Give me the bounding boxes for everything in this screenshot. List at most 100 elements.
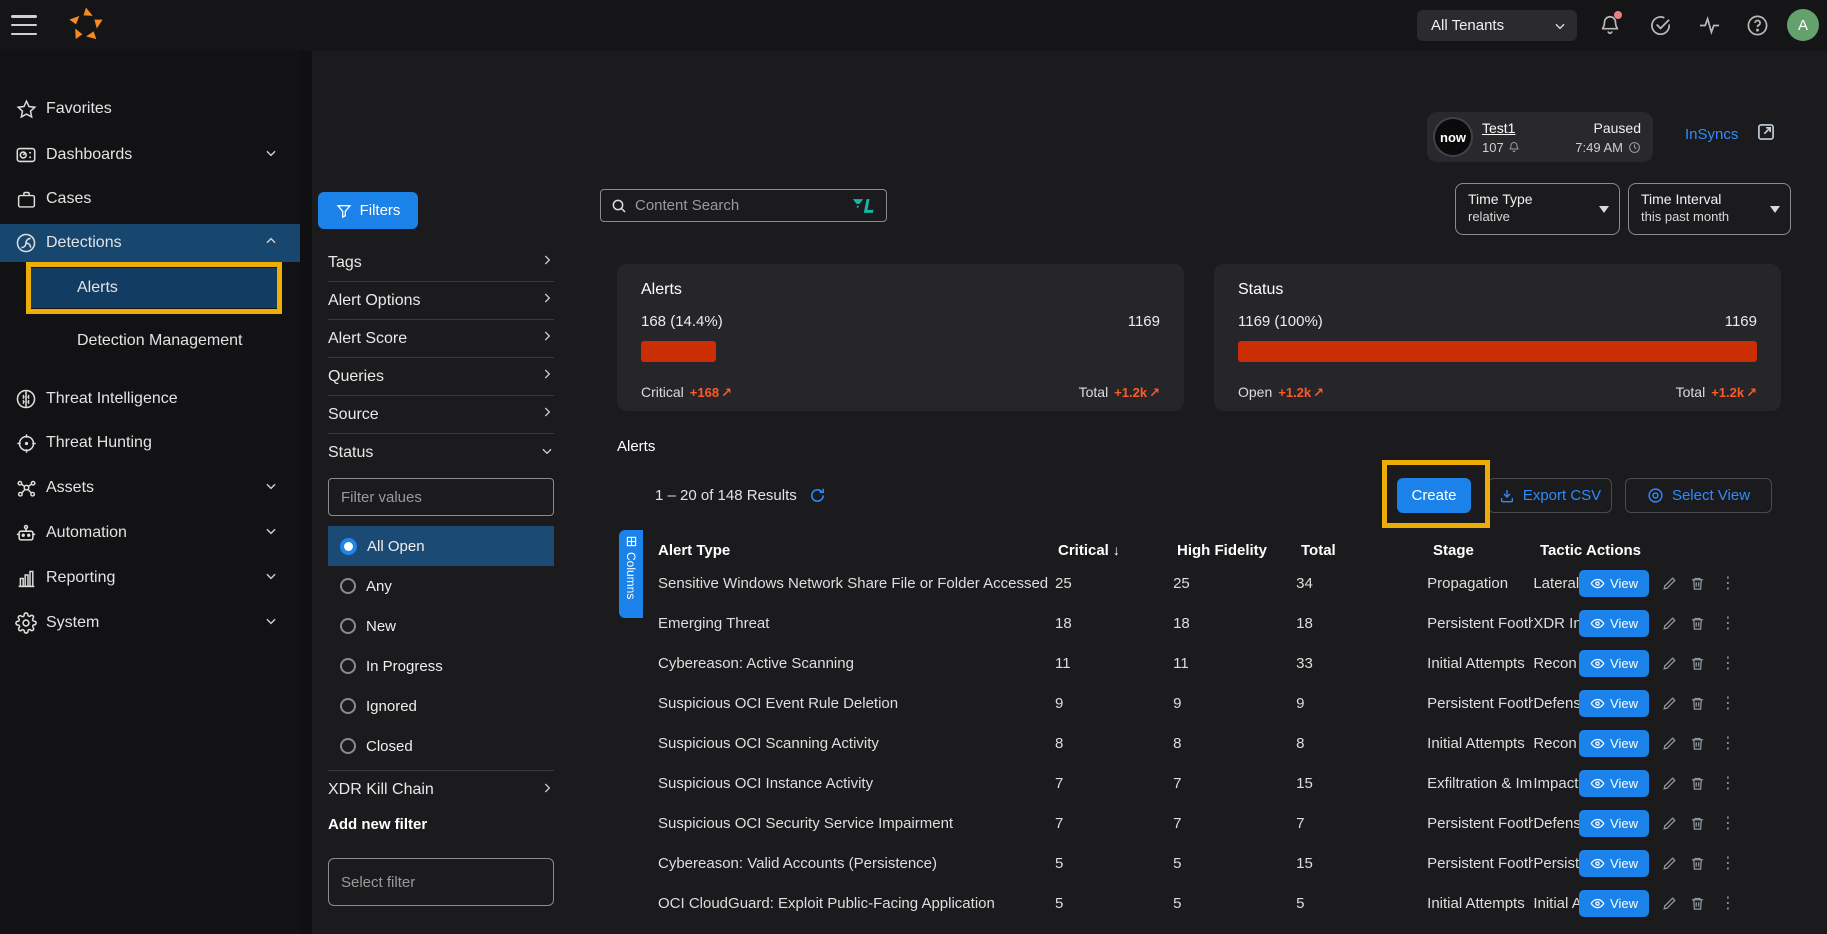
filter-group-source[interactable]: Source [328, 396, 554, 434]
view-button[interactable]: View [1579, 730, 1649, 757]
status-option-new[interactable]: New [328, 606, 554, 646]
edit-pencil-icon[interactable] [1662, 616, 1677, 631]
kebab-menu-icon[interactable]: ⋮ [1718, 653, 1738, 673]
sidebar-item-detections[interactable]: Detections [0, 224, 300, 262]
activity-pulse-icon[interactable] [1695, 11, 1723, 39]
column-header-alert-type[interactable]: Alert Type [658, 542, 1058, 559]
view-button[interactable]: View [1579, 890, 1649, 917]
cell-tactic: Defense Evasion [1533, 695, 1579, 712]
hamburger-menu-icon[interactable] [11, 15, 37, 35]
edit-pencil-icon[interactable] [1662, 896, 1677, 911]
filter-group-queries[interactable]: Queries [328, 358, 554, 396]
edit-pencil-icon[interactable] [1662, 816, 1677, 831]
status-option-ignored[interactable]: Ignored [328, 686, 554, 726]
table-row[interactable]: OCI CloudGuard: Exploit Public-Facing Ap… [658, 883, 1738, 923]
sidebar-subitem-detection-management[interactable]: Detection Management [31, 322, 277, 360]
delete-trash-icon[interactable] [1690, 896, 1705, 911]
filter-group-status[interactable]: Status [328, 434, 554, 472]
view-button[interactable]: View [1579, 770, 1649, 797]
delete-trash-icon[interactable] [1690, 576, 1705, 591]
view-button[interactable]: View [1579, 850, 1649, 877]
time-interval-dropdown[interactable]: Time Interval this past month [1628, 183, 1791, 235]
external-link-icon[interactable] [1756, 122, 1776, 147]
status-option-any[interactable]: Any [328, 566, 554, 606]
edit-pencil-icon[interactable] [1662, 856, 1677, 871]
notifications-bell-icon[interactable] [1596, 11, 1624, 39]
filter-values-input[interactable] [328, 478, 554, 516]
table-row[interactable]: Suspicious OCI Instance Activity 7 7 15 … [658, 763, 1738, 803]
kebab-menu-icon[interactable]: ⋮ [1718, 733, 1738, 753]
edit-pencil-icon[interactable] [1662, 776, 1677, 791]
sidebar-subitem-alerts[interactable]: Alerts [31, 268, 277, 308]
delete-trash-icon[interactable] [1690, 816, 1705, 831]
filter-group-alert-options[interactable]: Alert Options [328, 282, 554, 320]
edit-pencil-icon[interactable] [1662, 576, 1677, 591]
filter-group-xdr-kill-chain[interactable]: XDR Kill Chain [328, 771, 554, 809]
sidebar-item-dashboards[interactable]: Dashboards [0, 136, 300, 174]
columns-tab[interactable]: Columns [619, 530, 643, 618]
sidebar-item-threat-hunting[interactable]: Threat Hunting [0, 424, 300, 462]
table-row[interactable]: Suspicious OCI Event Rule Deletion 9 9 9… [658, 683, 1738, 723]
delete-trash-icon[interactable] [1690, 616, 1705, 631]
table-row[interactable]: Suspicious OCI Scanning Activity 8 8 8 I… [658, 723, 1738, 763]
view-button[interactable]: View [1579, 650, 1649, 677]
export-csv-button[interactable]: Export CSV [1488, 478, 1612, 513]
table-row[interactable]: Emerging Threat 18 18 18 Persistent Foot… [658, 603, 1738, 643]
tasks-check-icon[interactable] [1646, 11, 1674, 39]
user-avatar[interactable]: A [1787, 9, 1819, 41]
query-syntax-icon[interactable] [852, 197, 876, 215]
insyncs-link[interactable]: InSyncs [1685, 126, 1738, 143]
sidebar-item-reporting[interactable]: Reporting [0, 559, 300, 597]
column-header-total[interactable]: Total [1301, 542, 1433, 559]
sidebar-item-cases[interactable]: Cases [0, 180, 300, 218]
delete-trash-icon[interactable] [1690, 736, 1705, 751]
kebab-menu-icon[interactable]: ⋮ [1718, 613, 1738, 633]
snapshot-name-link[interactable]: Test1 [1482, 120, 1515, 136]
edit-pencil-icon[interactable] [1662, 696, 1677, 711]
status-option-in-progress[interactable]: In Progress [328, 646, 554, 686]
create-button[interactable]: Create [1397, 478, 1471, 513]
view-button[interactable]: View [1579, 810, 1649, 837]
help-icon[interactable] [1743, 11, 1771, 39]
tenant-selector[interactable]: All Tenants [1417, 10, 1577, 41]
chevron-right-icon [540, 367, 554, 386]
kebab-menu-icon[interactable]: ⋮ [1718, 893, 1738, 913]
view-button[interactable]: View [1579, 690, 1649, 717]
time-type-dropdown[interactable]: Time Type relative [1455, 183, 1620, 235]
sidebar-item-favorites[interactable]: Favorites [0, 90, 300, 128]
column-header-tactic[interactable]: Tactic [1540, 542, 1586, 559]
status-option-closed[interactable]: Closed [328, 726, 554, 766]
select-view-button[interactable]: Select View [1625, 478, 1772, 513]
column-header-high-fidelity[interactable]: High Fidelity [1177, 542, 1301, 559]
refresh-icon[interactable] [809, 487, 826, 504]
column-header-stage[interactable]: Stage [1433, 542, 1540, 559]
filters-button[interactable]: Filters [318, 192, 418, 229]
sidebar-item-system[interactable]: System [0, 604, 300, 642]
kebab-menu-icon[interactable]: ⋮ [1718, 813, 1738, 833]
kebab-menu-icon[interactable]: ⋮ [1718, 573, 1738, 593]
sidebar-item-threat-intelligence[interactable]: Threat Intelligence [0, 380, 300, 418]
edit-pencil-icon[interactable] [1662, 736, 1677, 751]
table-row[interactable]: Sensitive Windows Network Share File or … [658, 563, 1738, 603]
delete-trash-icon[interactable] [1690, 856, 1705, 871]
select-filter-input[interactable] [328, 858, 554, 906]
delete-trash-icon[interactable] [1690, 656, 1705, 671]
kebab-menu-icon[interactable]: ⋮ [1718, 853, 1738, 873]
delete-trash-icon[interactable] [1690, 776, 1705, 791]
table-row[interactable]: Suspicious OCI Security Service Impairme… [658, 803, 1738, 843]
view-button[interactable]: View [1579, 570, 1649, 597]
table-row[interactable]: Cybereason: Active Scanning 11 11 33 Ini… [658, 643, 1738, 683]
kebab-menu-icon[interactable]: ⋮ [1718, 773, 1738, 793]
table-row[interactable]: Cybereason: Valid Accounts (Persistence)… [658, 843, 1738, 883]
kebab-menu-icon[interactable]: ⋮ [1718, 693, 1738, 713]
content-search-input[interactable] [635, 197, 844, 214]
filter-group-tags[interactable]: Tags [328, 244, 554, 282]
filter-group-alert-score[interactable]: Alert Score [328, 320, 554, 358]
sidebar-item-assets[interactable]: Assets [0, 469, 300, 507]
sidebar-item-automation[interactable]: Automation [0, 514, 300, 552]
status-option-all-open[interactable]: All Open [328, 526, 554, 566]
delete-trash-icon[interactable] [1690, 696, 1705, 711]
edit-pencil-icon[interactable] [1662, 656, 1677, 671]
view-button[interactable]: View [1579, 610, 1649, 637]
column-header-critical[interactable]: Critical↓ [1058, 542, 1177, 559]
